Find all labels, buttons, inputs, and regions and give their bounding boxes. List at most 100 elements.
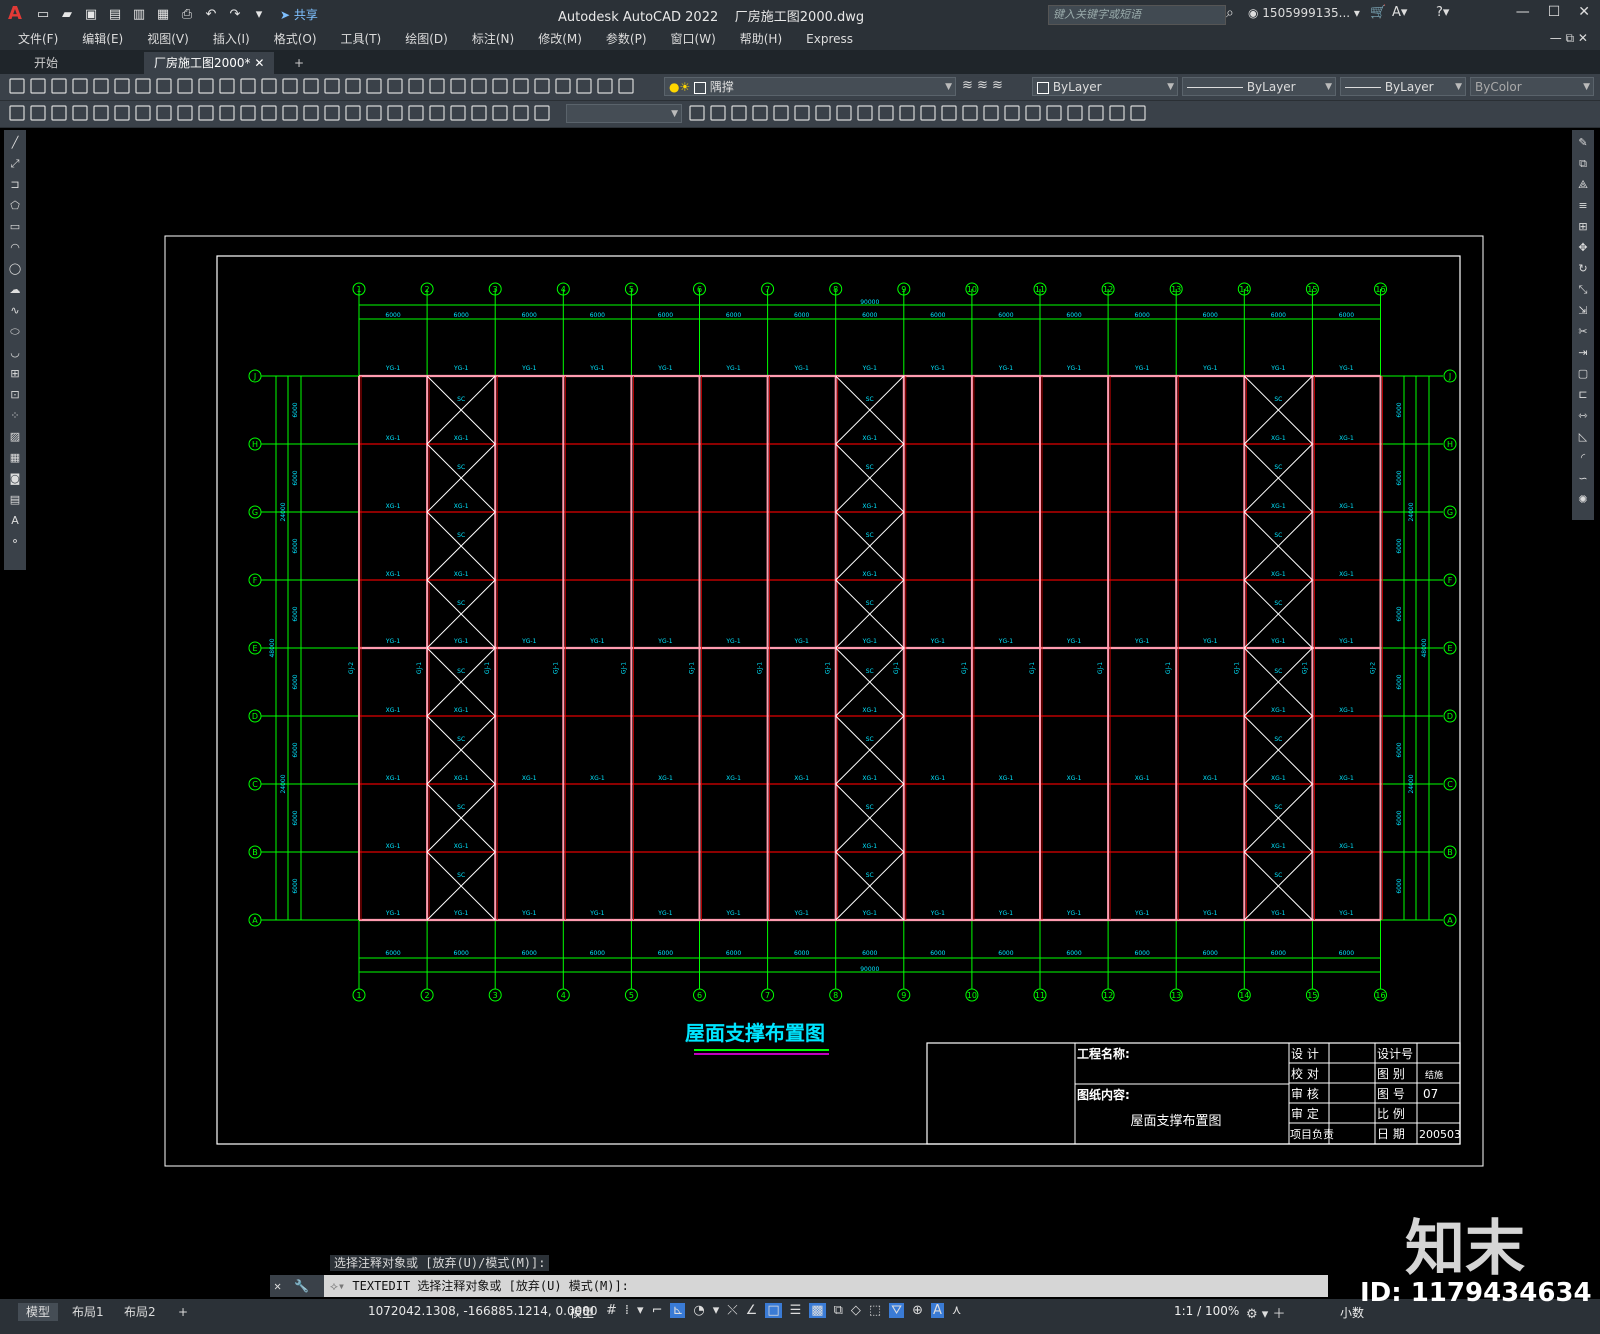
command-prompt[interactable]: ⟡▾ TEXTEDIT 选择注释对象或 [放弃(U) 模式(M)]: bbox=[330, 1275, 629, 1297]
save-icon[interactable]: ▣ bbox=[82, 5, 100, 23]
menu-modify[interactable]: 修改(M) bbox=[526, 28, 594, 50]
revision-cloud-icon[interactable]: ☁ bbox=[7, 282, 23, 298]
copy-icon[interactable]: ⧉ bbox=[1575, 156, 1591, 172]
arc-icon[interactable]: ◠ bbox=[7, 240, 23, 256]
open-file-icon[interactable]: ▰ bbox=[58, 5, 76, 23]
menu-view[interactable]: 视图(V) bbox=[135, 28, 201, 50]
maximize-icon[interactable]: ☐ bbox=[1548, 4, 1561, 20]
lineweight-dropdown[interactable]: ByLayer ▼ bbox=[1340, 77, 1466, 96]
circle-icon[interactable]: ◯ bbox=[7, 261, 23, 277]
customize-dropdown-icon[interactable]: ▾ bbox=[250, 5, 268, 23]
mirror-icon[interactable]: ⟁ bbox=[1575, 177, 1591, 193]
drawing-title[interactable]: 屋面支撑布置图 bbox=[685, 1021, 825, 1045]
polyline-icon[interactable]: ⊐ bbox=[7, 177, 23, 193]
menu-help[interactable]: 帮助(H) bbox=[728, 28, 794, 50]
user-account[interactable]: ◉ 1505999135... ▾ bbox=[1248, 6, 1360, 20]
standard-toolbar-icons[interactable] bbox=[6, 74, 666, 100]
new-file-icon[interactable]: ▭ bbox=[34, 5, 52, 23]
document-window-controls[interactable]: — ⧉ ✕ bbox=[1550, 31, 1588, 46]
hatch-icon[interactable]: ▨ bbox=[7, 429, 23, 445]
layer-tools-icon[interactable]: ≋ ≋ ≋ bbox=[962, 78, 1003, 93]
plotstyle-dropdown[interactable]: ByColor ▼ bbox=[1470, 77, 1594, 96]
save-as-icon[interactable]: ▤ bbox=[106, 5, 124, 23]
make-block-icon[interactable]: ⊡ bbox=[7, 387, 23, 403]
erase-icon[interactable]: ✎ bbox=[1575, 135, 1591, 151]
menu-parametric[interactable]: 参数(P) bbox=[594, 28, 659, 50]
add-selected-icon[interactable]: ⚬ bbox=[7, 534, 23, 550]
undo-icon[interactable]: ↶ bbox=[202, 5, 220, 23]
mtext-icon[interactable]: A bbox=[7, 513, 23, 529]
table-icon[interactable]: ▤ bbox=[7, 492, 23, 508]
object-snap-tracking-icon[interactable]: ∠ bbox=[746, 1303, 758, 1318]
layer-dropdown[interactable]: ●☀ 隅撑 ▼ bbox=[664, 77, 956, 96]
menu-edit[interactable]: 编辑(E) bbox=[70, 28, 135, 50]
construction-line-icon[interactable]: ⤢ bbox=[7, 156, 23, 172]
save-web-icon[interactable]: ▦ bbox=[154, 5, 172, 23]
chamfer-icon[interactable]: ◺ bbox=[1575, 429, 1591, 445]
drawing-canvas[interactable]: 1 1 2 2 3 3 4 4 5 5 6 6 7 7 8 8 9 9 10 10 11 11 12 12 13 13 14 14 15… bbox=[31, 129, 1568, 1269]
close-command-icon[interactable]: ✕ bbox=[274, 1275, 281, 1297]
menu-format[interactable]: 格式(O) bbox=[262, 28, 329, 50]
ellipse-arc-icon[interactable]: ◡ bbox=[7, 345, 23, 361]
tab-close-icon[interactable]: ✕ bbox=[254, 56, 264, 70]
tab-model[interactable]: 模型 bbox=[18, 1303, 59, 1321]
autodesk-app-icon[interactable]: A▾ bbox=[1392, 5, 1407, 20]
new-tab-button[interactable]: + bbox=[284, 52, 314, 74]
menu-draw[interactable]: 绘图(D) bbox=[393, 28, 460, 50]
model-space-button[interactable]: 模型 bbox=[570, 1304, 594, 1321]
menu-window[interactable]: 窗口(W) bbox=[659, 28, 728, 50]
annotation-visibility-icon[interactable]: A bbox=[931, 1303, 944, 1318]
point-icon[interactable]: ⁘ bbox=[7, 408, 23, 424]
spline-icon[interactable]: ∿ bbox=[7, 303, 23, 319]
object-snap-icon[interactable]: □ bbox=[765, 1303, 782, 1318]
customize-command-icon[interactable]: 🔧 bbox=[294, 1275, 309, 1297]
lineweight-icon[interactable]: ☰ bbox=[790, 1303, 802, 1318]
move-icon[interactable]: ✥ bbox=[1575, 240, 1591, 256]
blend-curves-icon[interactable]: ∽ bbox=[1575, 471, 1591, 487]
plot-icon[interactable]: ⎙ bbox=[178, 5, 196, 23]
stretch-icon[interactable]: ⇲ bbox=[1575, 303, 1591, 319]
annotation-scale[interactable]: 1:1 / 100% bbox=[1174, 1304, 1239, 1318]
snap-icon[interactable]: ⁞ bbox=[625, 1303, 629, 1318]
autocad-logo-icon[interactable]: A bbox=[8, 4, 28, 24]
polygon-icon[interactable]: ⬠ bbox=[7, 198, 23, 214]
share-button[interactable]: ➤ 共享 bbox=[280, 6, 318, 23]
dimstyle-dropdown[interactable]: ▼ bbox=[566, 104, 682, 123]
scale-icon[interactable]: ⤡ bbox=[1575, 282, 1591, 298]
minimize-icon[interactable]: — bbox=[1516, 4, 1530, 20]
tab-start[interactable]: 开始 bbox=[24, 52, 68, 74]
menu-dimension[interactable]: 标注(N) bbox=[460, 28, 526, 50]
dropdown-icon[interactable]: ▾ bbox=[637, 1303, 644, 1318]
selection-cycling-icon[interactable]: ⧉ bbox=[834, 1303, 843, 1318]
explode-icon[interactable]: ✺ bbox=[1575, 492, 1591, 508]
break-icon[interactable]: ⊏ bbox=[1575, 387, 1591, 403]
rotate-icon[interactable]: ↻ bbox=[1575, 261, 1591, 277]
search-icon[interactable]: ⌕ bbox=[1226, 5, 1234, 21]
menu-file[interactable]: 文件(F) bbox=[6, 28, 70, 50]
command-line[interactable]: ✕ 🔧 ⟡▾ TEXTEDIT 选择注释对象或 [放弃(U) 模式(M)]: bbox=[270, 1275, 1328, 1297]
join-icon[interactable]: ⇿ bbox=[1575, 408, 1591, 424]
line-icon[interactable]: ╱ bbox=[7, 135, 23, 151]
transparency-icon[interactable]: ▩ bbox=[809, 1303, 826, 1318]
extend-icon[interactable]: ⇥ bbox=[1575, 345, 1591, 361]
menu-insert[interactable]: 插入(I) bbox=[201, 28, 262, 50]
coordinate-readout[interactable]: 1072042.1308, -166885.1214, 0.0000 bbox=[368, 1304, 598, 1318]
trim-icon[interactable]: ✂ bbox=[1575, 324, 1591, 340]
region-icon[interactable]: ◙ bbox=[7, 471, 23, 487]
array-icon[interactable]: ⊞ bbox=[1575, 219, 1591, 235]
offset-icon[interactable]: ≡ bbox=[1575, 198, 1591, 214]
break-at-point-icon[interactable]: ▢ bbox=[1575, 366, 1591, 382]
ellipse-icon[interactable]: ⬭ bbox=[7, 324, 23, 340]
cart-icon[interactable]: 🛒 bbox=[1370, 5, 1386, 20]
dynamic-ucs-icon[interactable]: ⬚ bbox=[869, 1303, 881, 1318]
tab-layout1[interactable]: 布局1 bbox=[64, 1303, 112, 1321]
redo-icon[interactable]: ↷ bbox=[226, 5, 244, 23]
workspace-gear-icon[interactable]: ⚙ ▾ ＋ bbox=[1246, 1303, 1285, 1322]
tab-drawing[interactable]: 厂房施工图2000* ✕ bbox=[144, 52, 275, 74]
linetype-dropdown[interactable]: ByLayer ▼ bbox=[1182, 77, 1336, 96]
gizmo-icon[interactable]: ⊕ bbox=[912, 1303, 923, 1318]
ortho-icon[interactable]: ⊾ bbox=[670, 1303, 686, 1318]
insert-block-icon[interactable]: ⊞ bbox=[7, 366, 23, 382]
help-icon[interactable]: ?▾ bbox=[1436, 5, 1449, 20]
3d-osnap-icon[interactable]: ◇ bbox=[851, 1303, 861, 1318]
